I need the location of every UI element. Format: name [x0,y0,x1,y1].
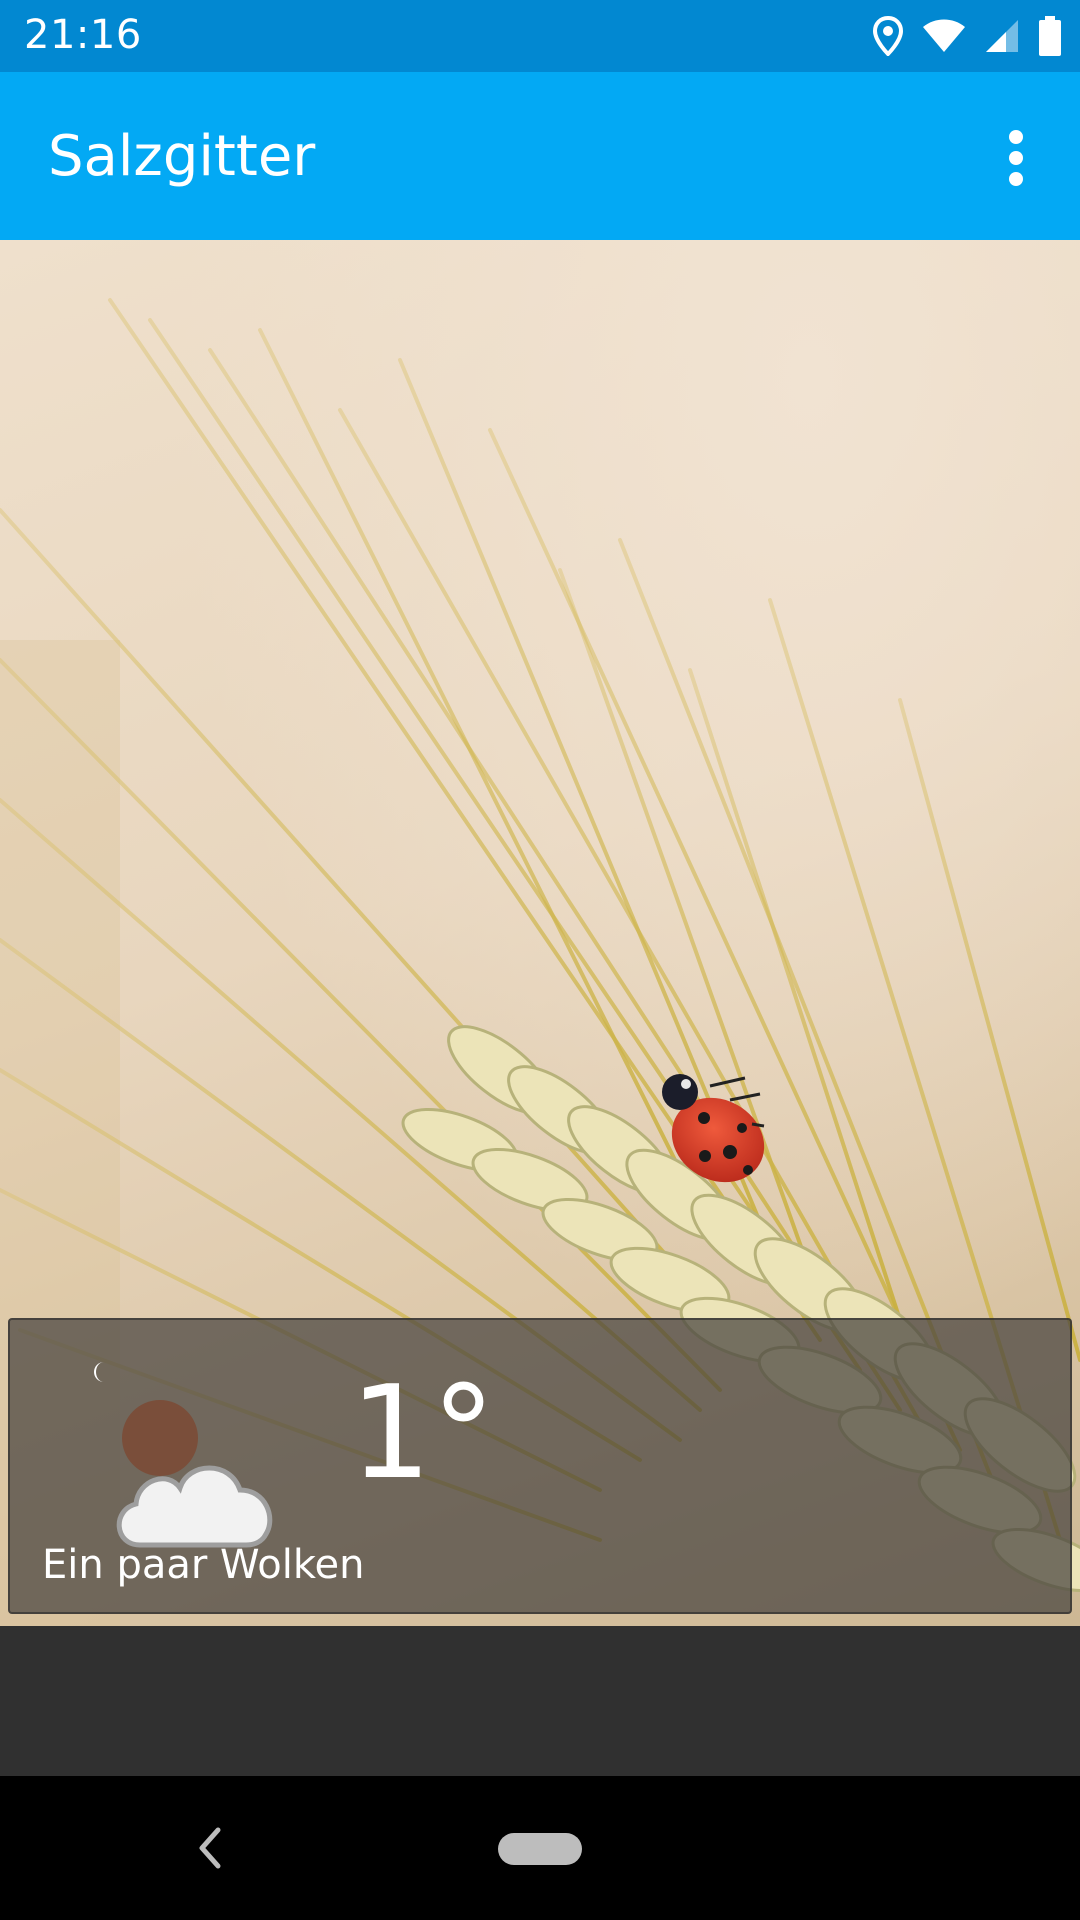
location-icon [872,16,904,56]
back-icon[interactable] [190,1816,230,1880]
status-icons [872,10,1062,62]
app-title: Salzgitter [48,124,316,189]
battery-icon [1039,16,1061,56]
status-bar: 21:16 [0,0,1080,72]
more-vert-icon[interactable] [988,126,1044,190]
menu-dot [1009,151,1023,165]
menu-dot [1009,130,1023,144]
moon-partly-cloudy-icon [94,1362,273,1548]
navigation-bar [0,1776,1080,1920]
menu-dot [1009,172,1023,186]
weather-card[interactable]: 1° Ein paar Wolken [8,1318,1072,1614]
weather-condition: Ein paar Wolken [42,1542,365,1588]
status-time: 21:16 [24,12,142,58]
cell-signal-icon [986,20,1018,52]
app-bar: Salzgitter [0,72,1080,240]
wifi-icon [923,19,965,52]
bottom-panel [0,1626,1080,1776]
home-pill-icon[interactable] [498,1833,582,1865]
temperature: 1° [350,1359,496,1508]
